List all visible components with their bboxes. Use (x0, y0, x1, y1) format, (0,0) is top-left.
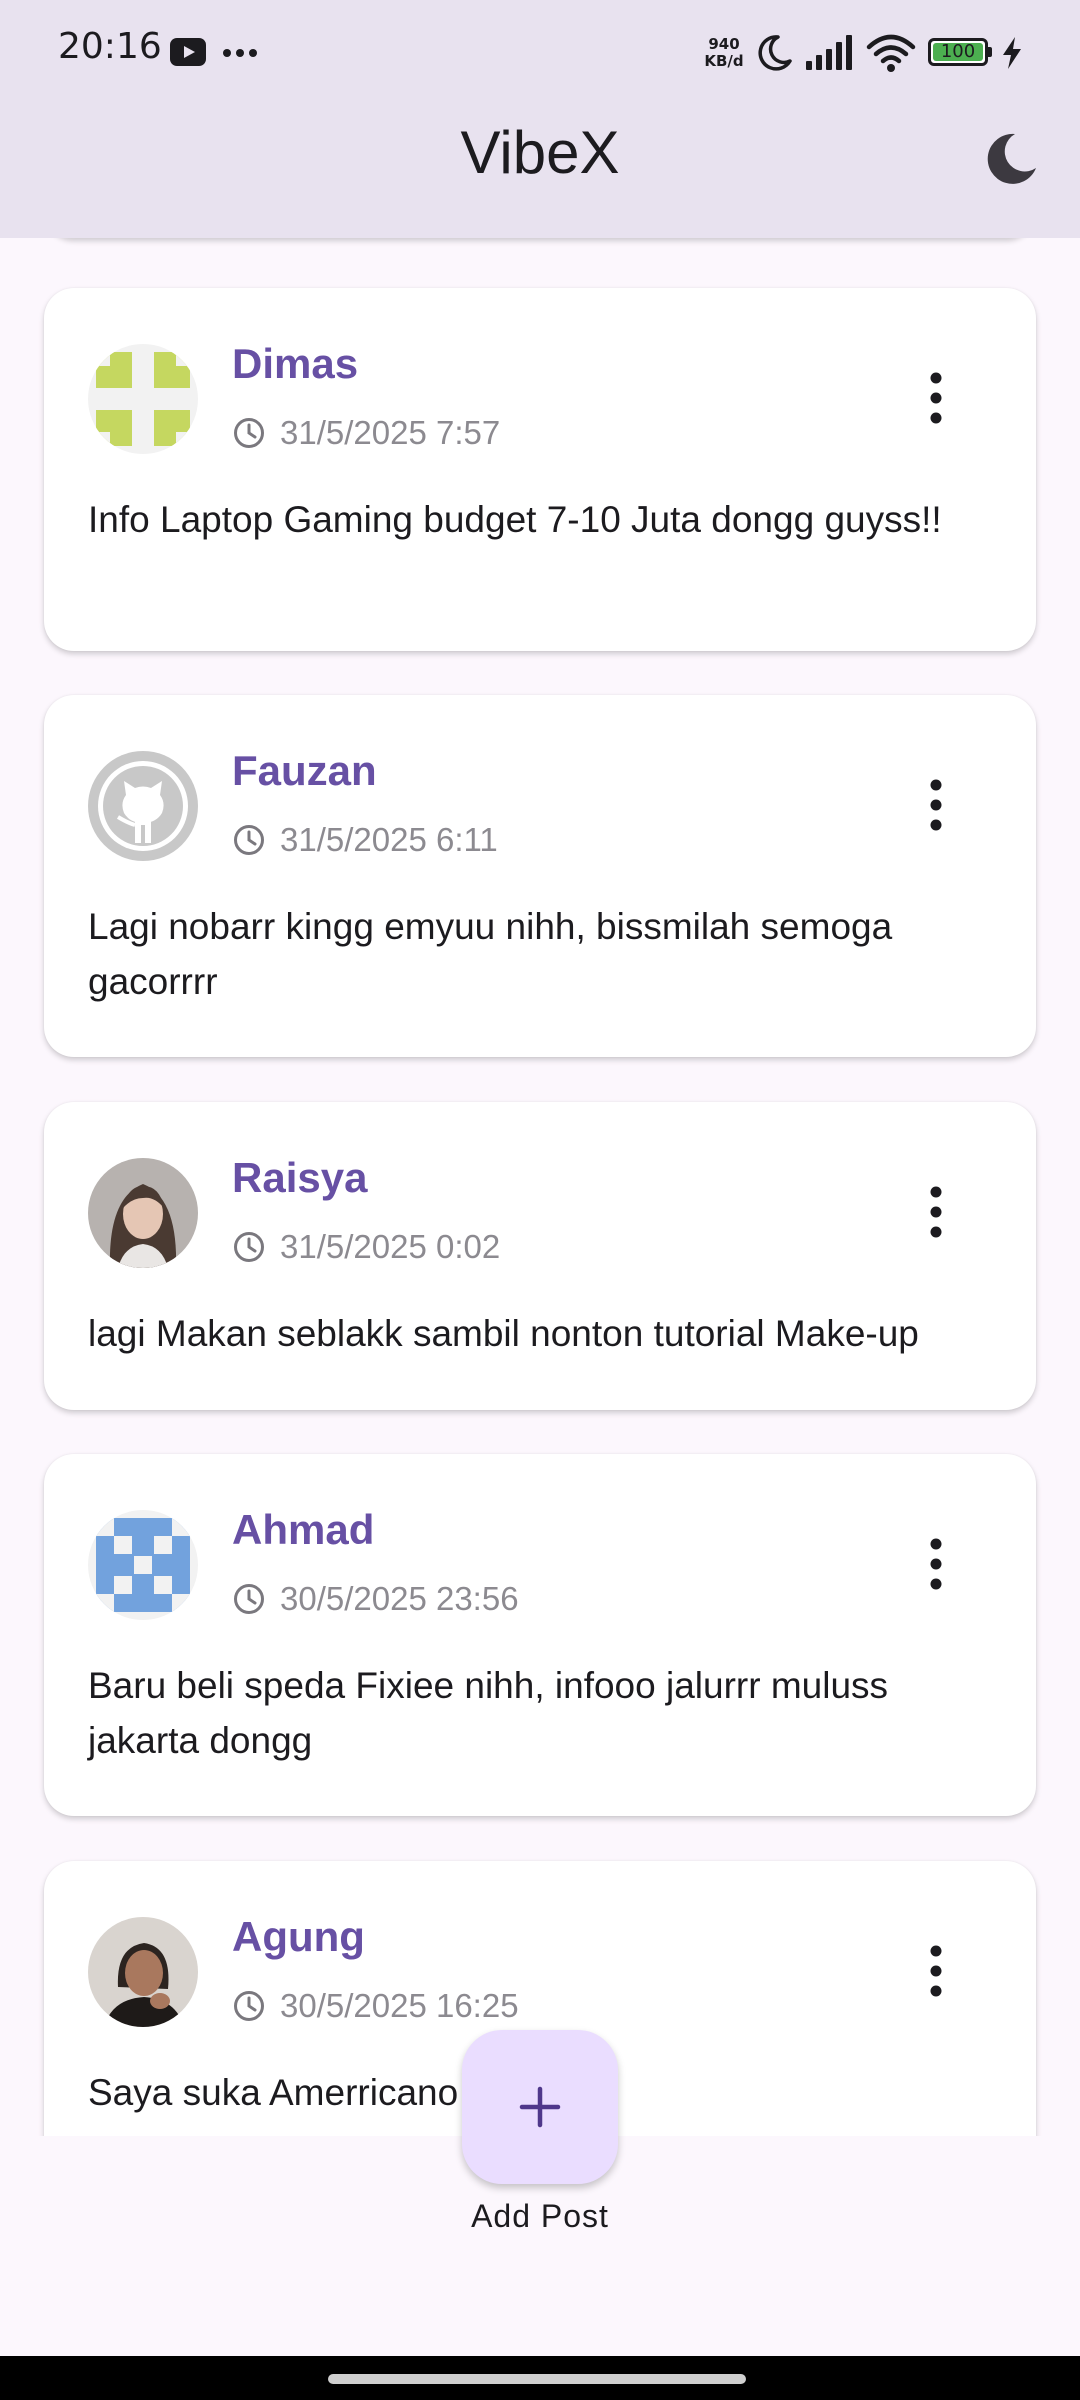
post-username[interactable]: Raisya (232, 1154, 367, 1202)
status-time: 20:16 (58, 26, 162, 67)
post-feed[interactable]: Dimas 31/5/2025 7:57 Info Laptop Gaming … (0, 238, 1080, 2136)
clock-icon (234, 1232, 264, 1262)
more-notifications-icon (223, 49, 257, 57)
clock-icon (234, 1991, 264, 2021)
post-timestamp: 31/5/2025 7:57 (280, 414, 501, 451)
app-title: VibeX (460, 119, 620, 186)
clock-icon (234, 418, 264, 448)
post-timestamp: 31/5/2025 6:11 (280, 821, 498, 858)
post-card[interactable]: Raisya 31/5/2025 0:02 lagi Makan seblakk… (44, 1102, 1036, 1410)
post-content: Lagi nobarr kingg emyuu nihh, bissmilah … (88, 906, 893, 1002)
do-not-disturb-moon-icon (758, 35, 792, 71)
charging-bolt-icon (1003, 37, 1021, 69)
more-vert-icon[interactable] (916, 1182, 956, 1242)
post-username[interactable]: Agung (232, 1913, 365, 1961)
post-timestamp: 31/5/2025 0:02 (280, 1228, 501, 1265)
post-card[interactable]: Dimas 31/5/2025 7:57 Info Laptop Gaming … (44, 288, 1036, 651)
plus-icon (519, 2086, 561, 2128)
post-content: lagi Makan seblakk sambil nonton tutoria… (88, 1313, 919, 1354)
post-timestamp: 30/5/2025 23:56 (280, 1580, 519, 1617)
more-vert-icon[interactable] (916, 1941, 956, 2001)
top-app-bar: 20:16 940 KB/d 100 VibeX (0, 0, 1080, 238)
clock-icon (234, 825, 264, 855)
network-speed-value: 940 (708, 35, 740, 53)
post-username[interactable]: Ahmad (232, 1506, 374, 1554)
post-username[interactable]: Fauzan (232, 747, 377, 795)
status-bar: 20:16 940 KB/d 100 (0, 0, 1080, 104)
post-timestamp: 30/5/2025 16:25 (280, 1987, 519, 2024)
dark-mode-moon-icon[interactable] (982, 130, 1040, 188)
wifi-icon (866, 34, 916, 72)
user-avatar[interactable] (88, 1158, 198, 1268)
user-avatar[interactable] (88, 751, 198, 861)
more-vert-icon[interactable] (916, 1534, 956, 1594)
post-username[interactable]: Dimas (232, 340, 358, 388)
home-indicator[interactable] (328, 2374, 746, 2384)
post-content: Baru beli speda Fixiee nihh, infooo jalu… (88, 1665, 889, 1761)
more-vert-icon[interactable] (916, 775, 956, 835)
youtube-icon (170, 38, 206, 66)
system-navigation-bar (0, 2356, 1080, 2400)
battery-level: 100 (940, 41, 976, 62)
add-post-button[interactable] (462, 2030, 618, 2184)
battery-indicator: 100 (928, 38, 992, 66)
post-content: Info Laptop Gaming budget 7-10 Juta dong… (88, 499, 942, 540)
screen: Dimas 31/5/2025 7:57 Info Laptop Gaming … (0, 0, 1080, 2400)
clock-icon (234, 1584, 264, 1614)
network-speed-unit: KB/d (704, 52, 744, 70)
more-vert-icon[interactable] (916, 368, 956, 428)
user-avatar[interactable] (88, 1917, 198, 2027)
cellular-signal-icon (806, 35, 852, 70)
user-avatar[interactable] (88, 344, 198, 454)
add-post-label: Add Post (471, 2198, 609, 2234)
battery-cap (988, 47, 992, 57)
post-card[interactable]: Fauzan 31/5/2025 6:11 Lagi nobarr kingg … (44, 695, 1036, 1057)
user-avatar[interactable] (88, 1510, 198, 1620)
post-card[interactable]: Ahmad 30/5/2025 23:56 Baru beli speda Fi… (44, 1454, 1036, 1816)
network-speed: 940 KB/d (701, 36, 747, 70)
